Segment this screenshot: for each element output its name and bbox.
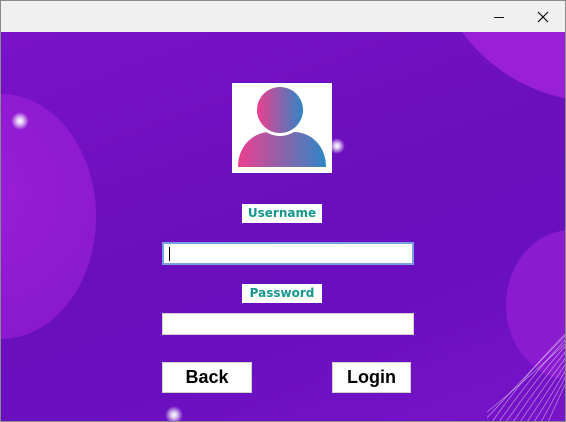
minimize-icon xyxy=(494,16,504,18)
minimize-button[interactable] xyxy=(477,1,521,32)
back-button[interactable]: Back xyxy=(162,362,252,393)
user-avatar-icon xyxy=(238,84,326,167)
username-field[interactable] xyxy=(162,242,414,265)
avatar xyxy=(232,83,332,173)
sparkle-decoration xyxy=(165,406,183,421)
background-circle xyxy=(431,32,565,102)
sparkle-decoration xyxy=(11,112,29,130)
text-caret xyxy=(169,247,170,261)
login-panel: Username Password Back Login xyxy=(1,32,565,421)
close-icon xyxy=(537,11,549,22)
title-bar xyxy=(1,1,565,32)
password-field[interactable] xyxy=(162,313,414,335)
login-window: Username Password Back Login xyxy=(0,0,566,422)
wave-lines-decoration xyxy=(487,333,565,421)
close-button[interactable] xyxy=(521,1,565,32)
background-circle xyxy=(1,94,96,339)
password-label: Password xyxy=(242,284,322,303)
username-label: Username xyxy=(242,204,322,223)
login-button[interactable]: Login xyxy=(332,362,411,393)
